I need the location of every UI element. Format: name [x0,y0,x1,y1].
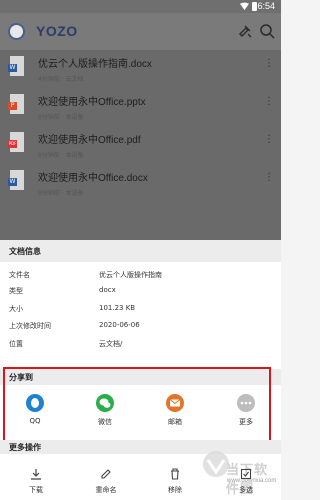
file-item[interactable]: P 欢迎使用永中Office.pptx 9分钟前 · 本设备 ⋮ [0,88,281,128]
file-name: 欢迎使用永中Office.pdf [38,135,141,146]
info-value: 云文档/ [99,340,123,348]
status-bar: 6:54 [0,0,281,13]
sort-icon[interactable] [237,23,253,39]
app-logo-icon [8,23,25,40]
rename-button[interactable]: 重命名 [85,468,125,496]
app-bar: YOZO [0,13,281,50]
info-value: docx [99,286,116,294]
info-key: 类型 [9,287,23,295]
file-item[interactable]: W 欢迎使用永中Office.docx 9分钟前 · 本设备 ⋮ [0,164,281,204]
info-key: 文件名 [9,271,30,279]
file-name: 欢迎使用永中Office.pptx [38,97,146,108]
info-value: 2020-06-06 [99,321,140,329]
file-meta: 9分钟前 · 本设备 [38,114,84,121]
info-value: 优云个人版操作指南 [99,271,162,279]
bottom-label: 移除 [168,486,182,494]
search-icon[interactable] [259,23,275,39]
more-options-icon[interactable]: ⋮ [264,97,274,107]
file-name: 欢迎使用永中Office.docx [38,173,148,184]
bottom-label: 重命名 [95,486,117,494]
file-item[interactable]: PDF 欢迎使用永中Office.pdf 9分钟前 · 本设备 ⋮ [0,126,281,166]
multi-select-icon [240,468,252,480]
file-meta: 9分钟前 · 本设备 [38,152,84,159]
info-key: 位置 [9,340,23,348]
info-key: 大小 [9,305,23,313]
bottom-label: 多选 [239,486,253,494]
file-list: W 优云个人版操作指南.docx 4分钟前 · 云文档 ⋮ P 欢迎使用永中Of… [0,50,281,240]
docx-file-icon: W [8,56,24,76]
more-options-icon[interactable]: ⋮ [264,173,274,183]
file-meta: 9分钟前 · 本设备 [38,190,84,197]
file-name: 优云个人版操作指南.docx [38,59,152,70]
file-meta: 4分钟前 · 云文档 [38,76,84,83]
rename-icon [101,469,111,479]
file-item[interactable]: W 优云个人版操作指南.docx 4分钟前 · 云文档 ⋮ [0,50,281,90]
more-options-icon[interactable]: ⋮ [264,135,274,145]
download-icon [31,469,41,480]
doc-info-title: 文档信息 [9,247,41,256]
bottom-label: 下载 [29,486,43,494]
status-time: 6:54 [257,1,275,11]
more-ops-title: 更多操作 [9,443,41,452]
docx-file-icon: W [8,170,24,190]
app-logo-text: YOZO [36,23,78,39]
download-button[interactable]: 下载 [15,468,55,496]
battery-icon [252,2,257,11]
remove-button[interactable]: 移除 [154,468,194,496]
multi-select-button[interactable]: 多选 [225,468,265,496]
more-options-icon[interactable]: ⋮ [264,59,274,69]
pdf-file-icon: PDF [8,132,24,152]
pptx-file-icon: P [8,94,24,114]
wifi-icon [240,2,249,11]
doc-info-header [0,240,281,262]
remove-icon [171,468,179,480]
info-value: 101.23 KB [99,304,136,312]
info-key: 上次修改时间 [9,322,51,330]
